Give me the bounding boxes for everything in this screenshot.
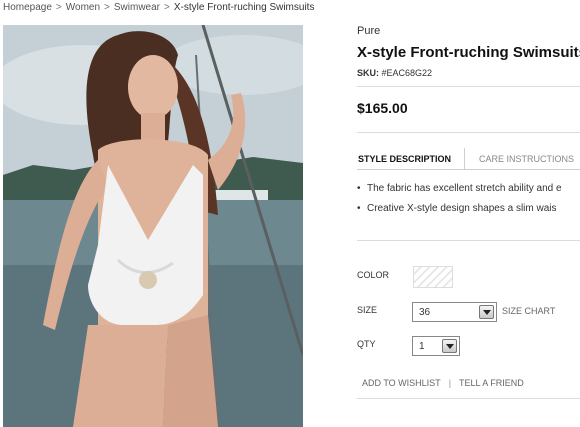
qty-select-value: 1	[419, 341, 425, 352]
sku-value: #EAC68G22	[381, 68, 433, 78]
qty-select[interactable]: 1	[412, 336, 460, 356]
size-select[interactable]: 36	[412, 302, 497, 322]
breadcrumb-link-swimwear[interactable]: Swimwear	[114, 2, 160, 13]
breadcrumb-link-women[interactable]: Women	[66, 2, 100, 13]
breadcrumb: Homepage > Women > Swimwear > X-style Front-ru…	[3, 2, 314, 13]
product-photo-illustration	[3, 25, 303, 427]
tell-a-friend-link[interactable]: TELL A FRIEND	[459, 378, 524, 388]
chevron-down-icon[interactable]	[479, 305, 494, 319]
breadcrumb-current: X-style Front-ruching Swimsuits	[173, 2, 315, 13]
divider	[357, 86, 580, 87]
qty-label: QTY	[357, 339, 376, 349]
list-item-text: The fabric has excellent stretch ability…	[367, 183, 562, 194]
tab-style-description[interactable]: STYLE DESCRIPTION	[357, 148, 465, 170]
divider	[357, 240, 580, 241]
add-to-wishlist-link[interactable]: ADD TO WISHLIST	[362, 378, 441, 388]
product-actions: ADD TO WISHLIST | TELL A FRIEND	[362, 378, 524, 388]
size-select-value: 36	[419, 307, 431, 318]
breadcrumb-link-homepage[interactable]: Homepage	[3, 2, 52, 13]
bullet-icon: •	[357, 183, 361, 194]
size-label: SIZE	[357, 305, 378, 315]
breadcrumb-separator: >	[104, 2, 110, 13]
bullet-icon: •	[357, 203, 361, 214]
description-tabs: STYLE DESCRIPTION CARE INSTRUCTIONS	[357, 148, 580, 170]
color-swatch-white[interactable]	[413, 266, 453, 288]
product-sku: SKU: #EAC68G22	[357, 68, 432, 78]
list-item: • Creative X-style design shapes a slim w…	[357, 203, 580, 214]
tab-care-instructions[interactable]: CARE INSTRUCTIONS	[479, 148, 574, 170]
size-chart-link[interactable]: SIZE CHART	[502, 306, 555, 316]
product-price: $165.00	[357, 100, 408, 116]
product-image[interactable]	[3, 25, 303, 427]
color-label: COLOR	[357, 270, 390, 280]
product-title: X-style Front-ruching Swimsuits	[357, 44, 580, 61]
list-item-text: Creative X-style design shapes a slim wa…	[367, 203, 557, 214]
divider	[357, 132, 580, 133]
breadcrumb-separator: >	[55, 2, 62, 13]
divider	[357, 398, 580, 399]
list-item: • The fabric has excellent stretch abilit…	[357, 183, 580, 194]
sku-label: SKU:	[357, 68, 379, 78]
breadcrumb-separator: >	[164, 2, 170, 13]
link-divider: |	[448, 378, 452, 388]
product-brand: Pure	[357, 25, 381, 37]
chevron-down-icon[interactable]	[442, 339, 457, 353]
description-list: • The fabric has excellent stretch abilit…	[357, 183, 580, 223]
